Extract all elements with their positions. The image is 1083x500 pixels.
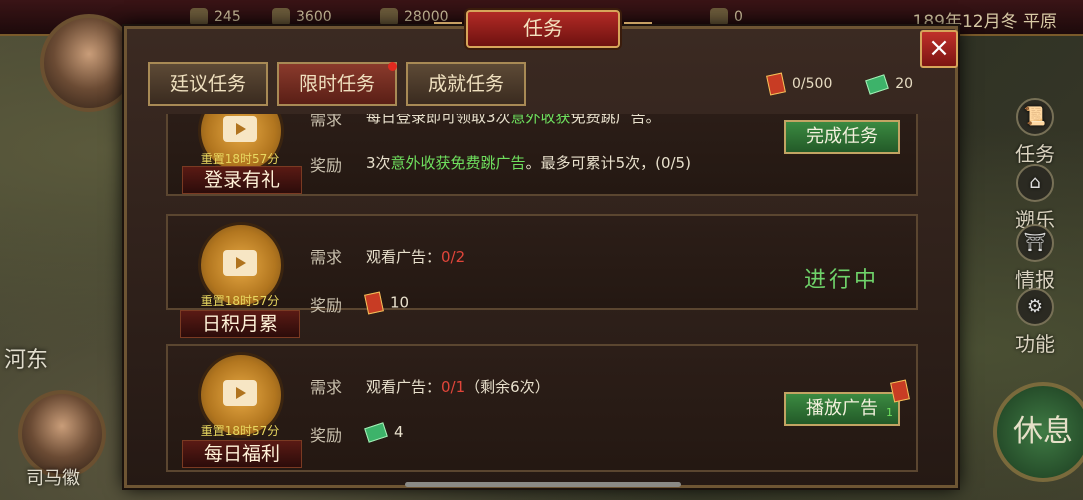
token-icon: [710, 8, 728, 26]
scroll-icon: 📜: [1016, 98, 1054, 136]
red-packet-icon: [890, 379, 910, 402]
task-row-login: 重置18时57分 登录有礼 需求 每日登录即可领取3次意外收获免费跳广告。 奖励…: [166, 114, 918, 196]
need-label: 需求: [310, 378, 343, 397]
ticket-icon: [364, 422, 388, 443]
reward-label: 奖励: [310, 156, 343, 175]
task-name: 每日福利: [182, 440, 302, 468]
ad-ticket-badge: 1: [886, 379, 916, 420]
resource-4: 0: [710, 8, 743, 26]
need-text: 观看广告：0/1（剩余6次）: [366, 378, 550, 396]
tab-court-tasks[interactable]: 廷议任务: [148, 62, 268, 106]
red-packet-icon: [766, 72, 786, 96]
reward-label: 奖励: [310, 426, 343, 445]
reward-value: 4: [364, 422, 404, 443]
dialog-resources: 0/500 20: [766, 72, 913, 96]
side-functions-button[interactable]: ⚙ 功能: [1003, 288, 1067, 357]
coin-icon: [380, 8, 398, 26]
task-name: 日积月累: [180, 310, 300, 338]
gear-icon: ⚙: [1016, 288, 1054, 326]
reset-timer: 重置18时57分: [200, 294, 280, 308]
side-tuntian-button[interactable]: ⌂ 遡乐: [1003, 164, 1067, 233]
task-row-accumulate: 重置18时57分 需求 观看广告：0/2 奖励 10 进行中: [166, 214, 918, 315]
rest-button[interactable]: 休息: [993, 382, 1083, 482]
soldier-icon: [272, 8, 290, 26]
notification-dot: [388, 62, 397, 71]
tab-achievement-tasks[interactable]: 成就任务: [406, 62, 526, 106]
close-button[interactable]: ×: [920, 30, 958, 68]
status-in-progress: 进行中: [804, 268, 880, 293]
ticket-icon: [865, 73, 890, 95]
need-text: 观看广告：0/2: [366, 248, 466, 266]
reset-timer: 重置18时57分: [200, 424, 280, 438]
resource-2: 3600: [272, 8, 332, 26]
food-icon: [190, 8, 208, 26]
scroll-indicator[interactable]: [405, 482, 681, 487]
red-packet-icon: [364, 291, 384, 315]
need-label: 需求: [310, 114, 343, 129]
resource-1: 245: [190, 8, 241, 26]
reward-text: 3次意外收获免费跳广告。最多可累计5次，(0/5): [366, 154, 691, 172]
task-row-daily: 重置18时57分 每日福利 需求 观看广告：0/1（剩余6次） 奖励 4 播放广…: [166, 344, 918, 472]
tab-limited-tasks[interactable]: 限时任务: [277, 62, 397, 106]
reward-label: 奖励: [310, 296, 343, 315]
tower-icon: ⛩: [1016, 224, 1054, 262]
side-intel-button[interactable]: ⛩ 情报: [1003, 224, 1067, 293]
side-task-button[interactable]: 📜 任务: [1003, 98, 1067, 167]
complete-task-button[interactable]: 完成任务: [784, 120, 900, 154]
need-label: 需求: [310, 248, 343, 267]
reset-timer: 重置18时57分: [200, 152, 280, 166]
npc-name: 司马徽: [26, 468, 80, 489]
play-ad-button[interactable]: 播放广告: [784, 392, 900, 426]
task-list[interactable]: 重置18时57分 登录有礼 需求 每日登录即可领取3次意外收获免费跳广告。 奖励…: [166, 114, 918, 476]
city-label[interactable]: 河东: [4, 342, 48, 374]
need-text: 每日登录即可领取3次意外收获免费跳广告。: [366, 114, 661, 126]
reward-value: 10: [364, 291, 409, 315]
house-icon: ⌂: [1016, 164, 1054, 202]
dialog-title: 任务: [434, 10, 652, 48]
task-name: 登录有礼: [182, 166, 302, 194]
